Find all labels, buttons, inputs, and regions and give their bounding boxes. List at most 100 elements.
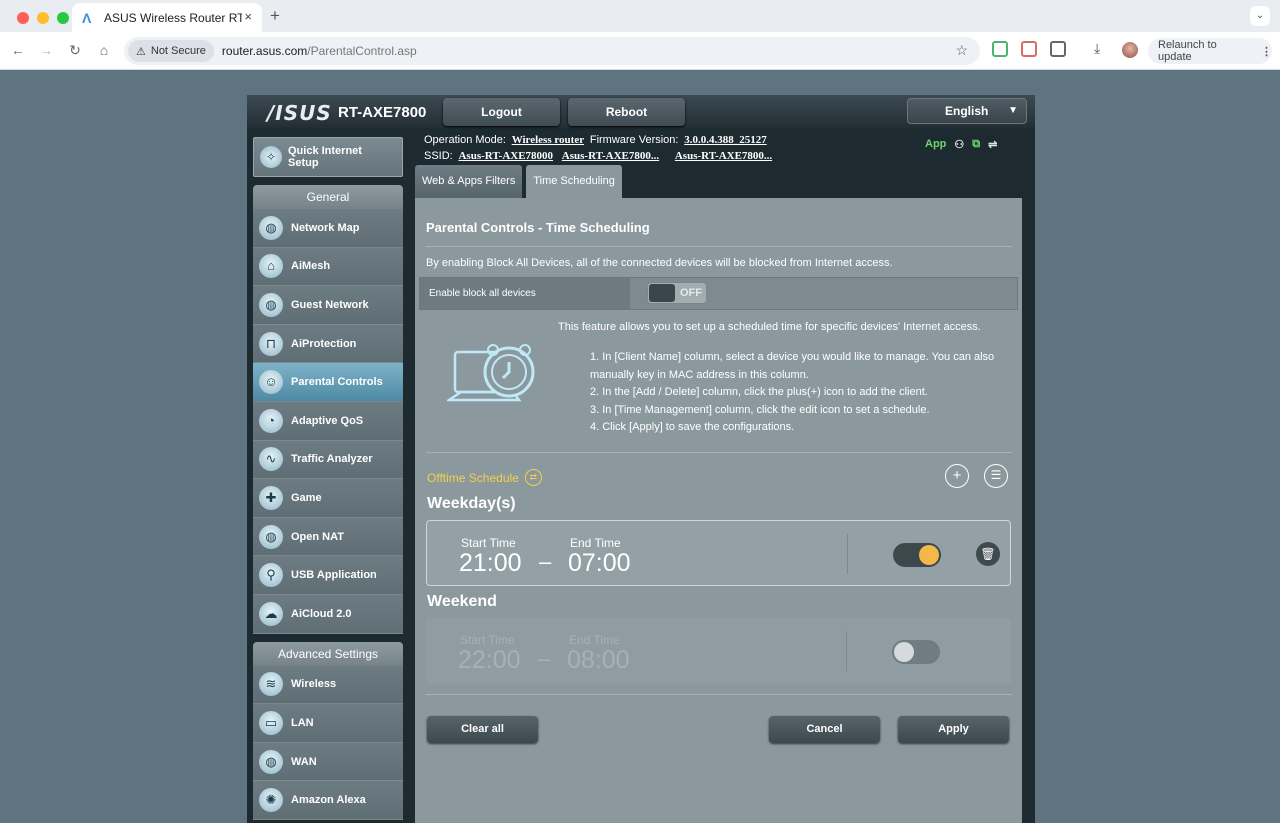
more-menu-icon[interactable]: ⋮ — [1261, 45, 1272, 58]
extension-red-icon[interactable] — [1021, 41, 1037, 57]
time-separator: – — [538, 646, 551, 671]
sidebar-item-aicloud[interactable]: ☁ AiCloud 2.0 — [253, 594, 403, 634]
instruction-step: manually key in MAC address in this colu… — [590, 368, 809, 381]
language-select[interactable]: English ▼ — [907, 98, 1027, 124]
tab-search-chevron-icon[interactable]: ⌄ — [1250, 6, 1270, 26]
browser-tab-bar: Λ ASUS Wireless Router RT-AXE7800 × + ⌄ — [0, 0, 1280, 32]
sidebar-item-adaptive-qos[interactable]: ◔ Adaptive QoS — [253, 401, 403, 441]
sidebar-item-label: Network Map — [291, 221, 360, 234]
reboot-button[interactable]: Reboot — [568, 98, 685, 126]
gauge-icon: ◔ — [259, 408, 283, 433]
apply-button[interactable]: Apply — [898, 716, 1009, 743]
weekend-end-time[interactable]: 08:00 — [567, 646, 630, 675]
clear-all-button[interactable]: Clear all — [427, 716, 538, 743]
sidebar-item-traffic-analyzer[interactable]: ∿ Traffic Analyzer — [253, 440, 403, 480]
weekend-schedule-card[interactable]: Start Time End Time 22:00 – 08:00 — [426, 618, 1011, 684]
list-icon[interactable]: ☰ — [984, 464, 1008, 488]
network-status-icon[interactable]: ⧉ — [972, 138, 980, 151]
back-arrow-icon[interactable]: ← — [9, 42, 27, 58]
offtime-schedule[interactable]: Offtime Schedule ⇄ — [427, 469, 542, 486]
weekday-start-time[interactable]: 21:00 — [459, 549, 522, 578]
sidebar-item-label: Guest Network — [291, 298, 369, 311]
url-path: /ParentalControl.asp — [307, 44, 417, 58]
usb-status-icon[interactable]: ⇌ — [988, 138, 997, 151]
firmware-label: Firmware Version: — [589, 134, 679, 146]
tab-time-scheduling[interactable]: Time Scheduling — [526, 165, 622, 198]
start-time-label: Start Time — [461, 536, 516, 550]
firmware-link[interactable]: 3.0.0.4.388_25127 — [684, 134, 767, 146]
general-menu: ◍ Network Map ⌂ AiMesh ◍ Guest Network ⊓ AiP… — [253, 209, 403, 634]
bookmark-star-icon[interactable]: ☆ — [955, 42, 968, 59]
trash-icon[interactable]: 🗑 — [976, 542, 1000, 566]
sidebar-item-lan[interactable]: ▭ LAN — [253, 704, 403, 743]
sidebar-item-game[interactable]: ✚ Game — [253, 479, 403, 518]
cancel-button[interactable]: Cancel — [769, 716, 880, 743]
asus-logo: /ISUS — [267, 101, 332, 125]
block-description: By enabling Block All Devices, all of th… — [426, 257, 893, 269]
sidebar-item-aiprotection[interactable]: ⊓ AiProtection — [253, 324, 403, 364]
download-icon[interactable]: ⤓ — [1094, 40, 1100, 57]
forward-arrow-icon[interactable]: → — [37, 42, 55, 58]
extensions-puzzle-icon[interactable] — [1050, 41, 1066, 57]
extension-green-icon[interactable] — [992, 41, 1008, 57]
swap-icon[interactable]: ⇄ — [524, 469, 542, 486]
page-title: Parental Controls - Time Scheduling — [426, 220, 650, 235]
instructions: 1. In [Client Name] column, select a dev… — [590, 349, 1010, 437]
browser-tab[interactable]: Λ ASUS Wireless Router RT-AXE7800 × — [72, 3, 262, 32]
sidebar-item-wireless[interactable]: ≋ Wireless — [253, 665, 403, 705]
tab-web-apps-filters[interactable]: Web & Apps Filters — [415, 165, 523, 198]
tabs: Web & Apps Filters Time Scheduling — [415, 165, 622, 198]
divider — [426, 452, 1012, 453]
home-icon[interactable]: ⌂ — [95, 42, 113, 58]
minimize-window-button[interactable] — [37, 12, 49, 24]
weekday-enable-switch[interactable] — [893, 543, 941, 567]
wave-icon: ∿ — [259, 447, 283, 472]
operation-mode-link[interactable]: Wireless router — [512, 134, 584, 146]
weekend-enable-switch[interactable] — [892, 640, 940, 664]
sidebar-item-open-nat[interactable]: ◍ Open NAT — [253, 517, 403, 557]
zoom-window-button[interactable] — [57, 12, 69, 24]
family-icon: ☺ — [259, 370, 283, 395]
start-time-label: Start Time — [460, 633, 515, 647]
new-tab-button[interactable]: + — [270, 6, 280, 26]
app-link[interactable]: App — [925, 138, 946, 151]
quick-internet-setup-button[interactable]: ✧ Quick Internet Setup — [253, 137, 403, 177]
block-all-toggle[interactable]: OFF — [647, 282, 707, 304]
ssid-label: SSID: — [424, 150, 453, 162]
sidebar: ✧ Quick Internet Setup General ◍ Network … — [253, 137, 403, 820]
router-info: Operation Mode: Wireless router Firmware… — [424, 132, 775, 164]
divider — [426, 246, 1012, 247]
sidebar-item-guest-network[interactable]: ◍ Guest Network — [253, 286, 403, 325]
feature-intro: This feature allows you to set up a sche… — [558, 321, 981, 333]
close-tab-icon[interactable]: × — [244, 9, 252, 24]
sidebar-item-label: Traffic Analyzer — [291, 453, 373, 466]
instruction-step: 1. In [Client Name] column, select a dev… — [590, 351, 995, 363]
weekday-end-time[interactable]: 07:00 — [568, 549, 631, 578]
sidebar-item-label: Game — [291, 491, 322, 504]
time-separator: – — [539, 549, 552, 574]
address-bar[interactable]: ⚠ Not Secure router.asus.com/ParentalCon… — [124, 37, 980, 65]
laptop-clock-icon — [447, 344, 535, 402]
sidebar-item-aimesh[interactable]: ⌂ AiMesh — [253, 247, 403, 287]
sidebar-item-parental-controls[interactable]: ☺ Parental Controls — [253, 363, 403, 402]
add-icon[interactable]: + — [945, 464, 969, 488]
profile-avatar[interactable] — [1122, 42, 1138, 58]
reload-icon[interactable]: ↻ — [66, 42, 84, 59]
ssid-link[interactable]: Asus-RT-AXE78000 — [458, 150, 553, 162]
relaunch-button[interactable]: Relaunch to update ⋮ — [1148, 38, 1272, 64]
weekday-schedule-card[interactable]: Start Time End Time 21:00 – 07:00 🗑 — [426, 520, 1011, 586]
sidebar-item-usb-application[interactable]: ⚲ USB Application — [253, 556, 403, 595]
ssid-link[interactable]: Asus-RT-AXE7800... — [675, 150, 772, 162]
logout-button[interactable]: Logout — [443, 98, 560, 126]
window-controls — [17, 12, 69, 24]
sidebar-item-wan[interactable]: ◍ WAN — [253, 742, 403, 782]
url-host: router.asus.com — [221, 44, 308, 58]
close-window-button[interactable] — [17, 12, 29, 24]
sidebar-item-amazon-alexa[interactable]: ✺ Amazon Alexa — [253, 781, 403, 820]
sidebar-item-network-map[interactable]: ◍ Network Map — [253, 209, 403, 248]
ssid-link[interactable]: Asus-RT-AXE7800... — [562, 150, 659, 162]
clients-icon[interactable]: ⚇ — [954, 138, 964, 151]
weekend-start-time[interactable]: 22:00 — [458, 646, 521, 675]
security-chip[interactable]: ⚠ Not Secure — [128, 40, 214, 62]
lan-icon: ▭ — [259, 710, 283, 735]
